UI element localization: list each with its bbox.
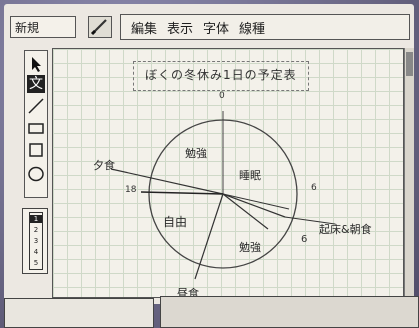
eighteen-line [140, 191, 224, 195]
page-number[interactable]: 2 [30, 226, 42, 234]
rectangle-tool-icon [28, 123, 44, 134]
ellipse-tool[interactable] [27, 165, 45, 183]
segment-label[interactable]: 睡眠 [239, 167, 261, 183]
menu-edit[interactable]: 編集 [131, 18, 157, 37]
page-number[interactable]: 1 [30, 215, 42, 223]
ellipse-tool-icon [28, 166, 44, 182]
segment-label[interactable]: 勉強 [185, 145, 207, 161]
square-tool[interactable] [27, 141, 45, 159]
segment-label[interactable]: 勉強 [239, 239, 261, 255]
pen-icon [90, 19, 107, 36]
menu-line-style[interactable]: 線種 [239, 18, 265, 37]
square-tool-icon [29, 143, 43, 157]
annotation-wakeup-breakfast[interactable]: 起床&朝食 [319, 221, 372, 237]
clock-diagram [110, 111, 336, 280]
arrow-pointer-icon [32, 57, 41, 72]
annotation-dinner[interactable]: 夕食 [93, 157, 115, 173]
page-selector[interactable]: 1 2 3 4 5 [22, 208, 48, 274]
vertical-scrollbar[interactable] [404, 48, 414, 298]
menu-bar: 編集 表示 字体 線種 [120, 14, 410, 40]
rectangle-tool[interactable] [27, 119, 45, 137]
tick-label-top: 0 [219, 91, 225, 101]
app-screen: 新規 編集 表示 字体 線種 文 1 2 3 4 5 ぼくの冬休み1日の予定表 … [4, 4, 414, 304]
page-number[interactable]: 4 [30, 248, 42, 256]
scrollbar-thumb[interactable] [406, 52, 413, 76]
background-window-left[interactable] [4, 298, 154, 328]
line-tool-icon [28, 98, 44, 114]
page-number[interactable]: 3 [30, 237, 42, 245]
tool-palette: 文 [24, 50, 48, 198]
menu-font[interactable]: 字体 [203, 18, 229, 37]
page-number[interactable]: 5 [30, 259, 42, 267]
tick-label-bottom-right: 6 [301, 234, 308, 245]
pen-button[interactable] [88, 16, 112, 38]
filename-field[interactable]: 新規 [10, 16, 76, 38]
menu-view[interactable]: 表示 [167, 18, 193, 37]
pointer-tool[interactable] [27, 55, 45, 73]
background-window-right[interactable] [160, 296, 419, 328]
segment-label[interactable]: 自由 [163, 213, 187, 230]
tick-label-right: 6 [311, 183, 317, 193]
text-tool[interactable]: 文 [27, 75, 45, 93]
drawing-canvas[interactable]: ぼくの冬休み1日の予定表 0 6 18 6 勉強 睡眠 自由 勉強 夕食 起床&… [52, 48, 404, 298]
tick-label-left: 18 [125, 185, 137, 195]
line-tool[interactable] [27, 97, 45, 115]
